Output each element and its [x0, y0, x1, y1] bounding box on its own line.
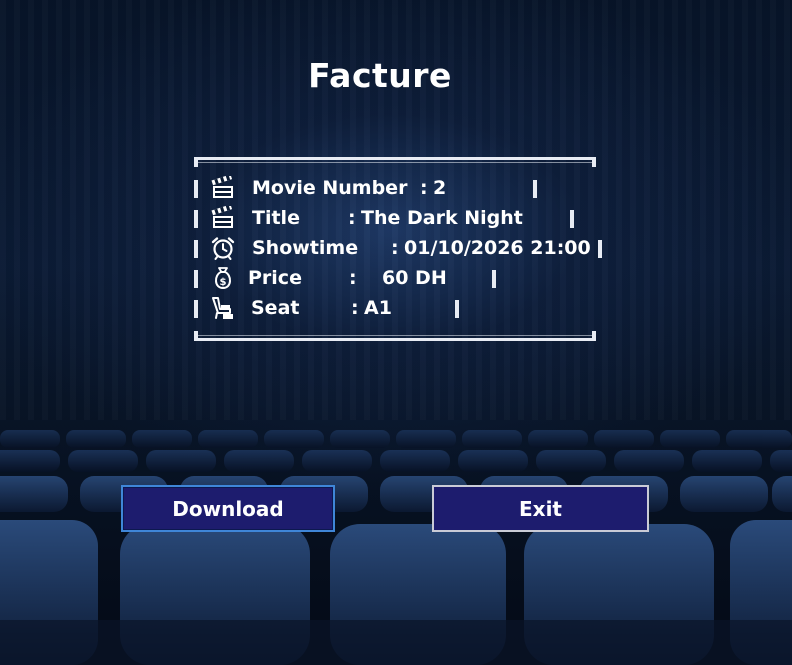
seat-label: Seat [251, 297, 300, 319]
movie-number-label: Movie Number [252, 177, 408, 199]
money-bag-icon: $ [210, 266, 236, 290]
showtime-separator: : [391, 237, 399, 259]
facture-window: Facture Movie Number: 2 Title: The Dar… [0, 0, 792, 665]
invoice-row-title: Title : The Dark Night [194, 203, 598, 233]
row-bar-left [194, 270, 198, 288]
theater-seats-background [0, 430, 792, 665]
title-value: The Dark Night [361, 207, 523, 229]
row-bar-left [194, 180, 198, 198]
invoice-frame-top-inner [198, 162, 592, 163]
invoice-frame-bottom-inner [198, 335, 592, 336]
seat-value: A1 [364, 297, 392, 319]
row-bar-right [598, 240, 602, 258]
invoice-panel: Movie Number : 2 Title: The Dark Night … [194, 157, 602, 343]
price-value: 60 DH [382, 267, 447, 289]
page-title: Facture [308, 56, 452, 95]
invoice-corner [194, 157, 198, 167]
row-bar-right [533, 180, 537, 198]
clapperboard-icon [210, 206, 236, 230]
row-bar-left [194, 240, 198, 258]
download-button[interactable]: Download [121, 485, 335, 532]
row-bar-right [492, 270, 496, 288]
invoice-row-showtime: Showtime : 01/10/2026 21:00 [194, 233, 602, 263]
row-bar-left [194, 300, 198, 318]
row-bar-left [194, 210, 198, 228]
invoice-row-movie-number: Movie Number : 2 [194, 173, 598, 203]
seat-separator: : [351, 297, 359, 319]
title-label: Title [252, 207, 300, 229]
showtime-label: Showtime [252, 237, 359, 259]
row-bar-right [455, 300, 459, 318]
seat-icon [210, 296, 236, 320]
invoice-corner [592, 157, 596, 167]
invoice-frame-bottom [194, 338, 596, 341]
price-separator: : [349, 267, 357, 289]
movie-number-value: 2 [433, 177, 447, 199]
title-separator: : [348, 207, 356, 229]
clapperboard-icon [210, 176, 236, 200]
movie-number-separator: : [420, 177, 428, 199]
invoice-corner [194, 331, 198, 341]
invoice-row-price: $ Price : 60 DH [194, 263, 598, 293]
row-bar-right [570, 210, 574, 228]
showtime-value: 01/10/2026 21:00 [404, 237, 591, 259]
alarm-clock-icon [210, 236, 236, 260]
invoice-frame-top [194, 157, 596, 160]
svg-text:$: $ [220, 277, 227, 288]
price-label: Price [248, 267, 302, 289]
invoice-corner [592, 331, 596, 341]
exit-button[interactable]: Exit [432, 485, 649, 532]
invoice-row-seat: Seat : A1 [194, 293, 598, 323]
